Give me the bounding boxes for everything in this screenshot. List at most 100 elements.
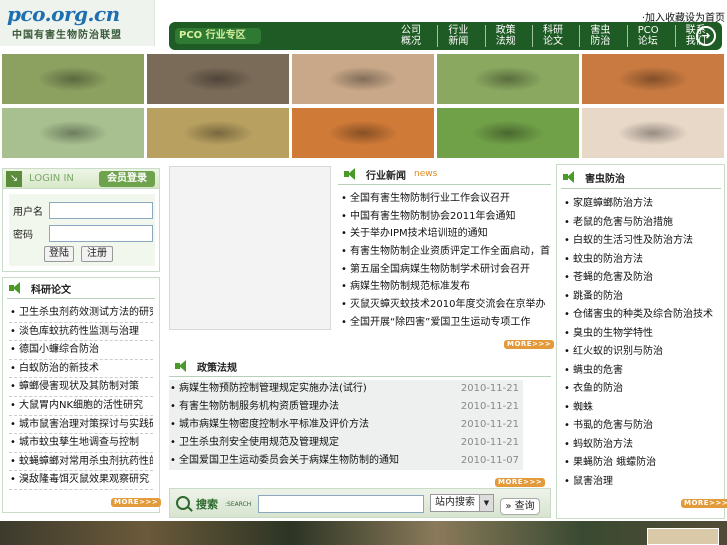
research-title: 科研论文 — [31, 284, 71, 296]
news-list-item[interactable]: 病媒生物防制规范标准发布 — [340, 278, 550, 296]
nav-item-about[interactable]: 公司概况 — [391, 25, 439, 47]
news-list-item[interactable]: 有害生物防制企业资质评定工作全面启动，首批入选企业名单公布… — [340, 243, 550, 261]
nav-item-research[interactable]: 科研论文 — [533, 25, 581, 47]
news-list-item[interactable]: 全国开展“除四害”爱国卫生运动专项工作 — [340, 314, 550, 332]
beetle-photo[interactable] — [437, 108, 579, 158]
news-list-item[interactable]: 中国有害生物防制协会2011年会通知 — [340, 208, 550, 226]
footer-thumbnail-image[interactable] — [647, 528, 719, 545]
fly-photo[interactable] — [437, 54, 579, 104]
pest-list-item[interactable]: 衣鱼的防治 — [563, 380, 721, 399]
news-list-item[interactable]: 全国有害生物防制行业工作会议召开 — [340, 190, 550, 208]
speaker-icon — [9, 282, 25, 294]
ant-photo[interactable] — [2, 108, 144, 158]
news-list-item[interactable]: 第五届全国病媒生物防制学术研讨会召开 — [340, 261, 550, 279]
policy-list-item[interactable]: 病媒生物预防控制管理规定实施办法(试行) 2010-11-21 — [169, 380, 523, 398]
mice-photo[interactable] — [147, 54, 289, 104]
nav-item-pests[interactable]: 害虫防治 — [580, 25, 628, 47]
policy-list-item[interactable]: 城市病媒生物密度控制水平标准及评价方法 2010-11-21 — [169, 416, 523, 434]
divider — [561, 188, 721, 189]
pest-list-item[interactable]: 红火蚁的识别与防治 — [563, 343, 721, 362]
search-input[interactable] — [258, 495, 424, 513]
policy-list-item[interactable]: 有害生物防制服务机构资质管理办法 2010-11-21 — [169, 398, 523, 416]
policy-list-item[interactable]: 卫生杀虫剂安全使用规范及管理规定 2010-11-21 — [169, 434, 523, 452]
research-list-item[interactable]: 淡色库蚊抗药性监测与治理 — [9, 323, 153, 342]
site-logo[interactable]: pco.org.cn 中国有害生物防治联盟 — [0, 0, 155, 46]
pest-list-item[interactable]: 蜘蛛 — [563, 399, 721, 418]
search-button[interactable]: » 查询 — [500, 498, 540, 515]
login-header: ↘ LOGIN IN 会员登录 — [3, 169, 159, 189]
search-scope-value: 站内搜索 — [435, 497, 475, 508]
pests-more-link[interactable]: MORE>>> — [681, 499, 727, 508]
mite-red-photo[interactable] — [292, 108, 434, 158]
pest-list-item[interactable]: 蚂蚁防治方法 — [563, 436, 721, 455]
main-nav: PCO 行业专区 公司概况 行业新闻 政策法规 科研论文 害虫防治 PCO论坛 … — [169, 22, 722, 50]
policy-panel: 政策法规 病媒生物预防控制管理规定实施办法(试行)2010-11-21有害生物防… — [169, 356, 551, 488]
research-list-item[interactable]: 蟑螂侵害现状及其防制对策 — [9, 378, 153, 397]
policy-more-link[interactable]: MORE>>> — [495, 478, 546, 487]
username-field[interactable] — [49, 202, 153, 219]
policy-header: 政策法规 — [169, 356, 237, 376]
speaker-icon — [344, 168, 360, 180]
nav-item-forum[interactable]: PCO论坛 — [628, 25, 676, 47]
pest-list-item[interactable]: 苍蝇的危害及防治 — [563, 269, 721, 288]
pests-panel: 害虫防治 家庭蟑螂防治方法老鼠的危害与防治措施白蚁的生活习性及防治方法蚊虫的防治… — [556, 164, 727, 519]
research-header: 科研论文 — [3, 278, 71, 298]
pest-list-item[interactable]: 跳蚤的防治 — [563, 288, 721, 307]
research-list-item[interactable]: 城市蚊虫孳生地调查与控制 — [9, 434, 153, 453]
arrow-right-icon[interactable]: ➜ — [696, 26, 716, 46]
divider — [7, 298, 155, 299]
login-title-en: LOGIN IN — [29, 173, 74, 184]
forest-banner-image — [0, 521, 727, 545]
news-header: 行业新闻 news — [338, 164, 437, 184]
research-list-item[interactable]: 蚊蝇蟑螂对常用杀虫剂抗药性的研究 — [9, 453, 153, 472]
research-list-item[interactable]: 城市鼠害治理对策探讨与实践研究 — [9, 416, 153, 435]
search-scope-select[interactable]: 站内搜索 ▼ — [430, 494, 494, 512]
pest-list-item[interactable]: 果蝇防治 蛾蠓防治 — [563, 454, 721, 473]
flea-photo[interactable] — [582, 108, 724, 158]
search-bar: 搜索 :SEARCH 站内搜索 ▼ » 查询 — [169, 488, 551, 518]
policy-item-title: 病媒生物预防控制管理规定实施办法(试行) — [179, 383, 367, 394]
login-title-cn: 会员登录 — [99, 171, 155, 187]
pest-list-item[interactable]: 白蚁的生活习性及防治方法 — [563, 232, 721, 251]
password-field[interactable] — [49, 225, 153, 242]
media-placeholder[interactable] — [169, 166, 331, 330]
research-list-item[interactable]: 卫生杀虫剂药效测试方法的研究 — [9, 304, 153, 323]
news-more-link[interactable]: MORE>>> — [504, 340, 555, 349]
search-button-label: 查询 — [514, 501, 535, 512]
register-button[interactable]: 注册 — [81, 246, 113, 262]
pest-list-item[interactable]: 臭虫的生物学特性 — [563, 325, 721, 344]
research-list-item[interactable]: 溴敌隆毒饵灭鼠效果观察研究 — [9, 471, 153, 490]
pest-list-item[interactable]: 鼠害治理 — [563, 473, 721, 492]
policy-item-title: 全国爱国卫生运动委员会关于病媒生物防制的通知 — [179, 455, 399, 466]
policy-list-item[interactable]: 全国爱国卫生运动委员会关于病媒生物防制的通知 2010-11-07 — [169, 452, 523, 470]
search-label: 搜索 — [196, 498, 218, 511]
login-button[interactable]: 登陆 — [44, 246, 74, 262]
pest-list-item[interactable]: 家庭蟑螂防治方法 — [563, 195, 721, 214]
login-arrow-icon: ↘ — [6, 171, 22, 187]
pest-list-item[interactable]: 老鼠的危害与防治措施 — [563, 214, 721, 233]
pest-list-item[interactable]: 书虱的危害与防治 — [563, 417, 721, 436]
spider-photo[interactable] — [582, 54, 724, 104]
news-list-item[interactable]: 灭鼠灭蟑灭蚊技术2010年度交流会在京举办 — [340, 296, 550, 314]
pest-photo-strip — [0, 54, 727, 158]
policy-item-date: 2010-11-21 — [460, 401, 519, 412]
pest-list-item[interactable]: 螨虫的危害 — [563, 362, 721, 381]
news-list-item[interactable]: 关于举办IPM技术培训班的通知 — [340, 225, 550, 243]
research-list-item[interactable]: 大鼠胃内NK细胞的活性研究 — [9, 397, 153, 416]
nav-brand: PCO 行业专区 — [175, 28, 261, 44]
research-list-item[interactable]: 白蚁防治的新技术 — [9, 360, 153, 379]
cockroach-photo[interactable] — [2, 54, 144, 104]
username-row: 用户名 — [13, 202, 153, 219]
pest-list-item[interactable]: 蚊虫的防治方法 — [563, 251, 721, 270]
nav-item-news[interactable]: 行业新闻 — [438, 25, 486, 47]
mites-photo[interactable] — [147, 108, 289, 158]
chevron-down-icon[interactable]: ▼ — [479, 495, 493, 511]
pest-list-item[interactable]: 仓储害虫的种类及综合防治技术 — [563, 306, 721, 325]
mosquito-photo[interactable] — [292, 54, 434, 104]
research-list-item[interactable]: 德国小蠊综合防治 — [9, 341, 153, 360]
nav-item-policy[interactable]: 政策法规 — [486, 25, 534, 47]
news-list: 全国有害生物防制行业工作会议召开中国有害生物防制协会2011年会通知关于举办IP… — [340, 190, 550, 332]
search-label-en: :SEARCH — [225, 501, 252, 508]
research-more-link[interactable]: MORE>>> — [111, 498, 162, 507]
password-row: 密码 — [13, 225, 153, 242]
